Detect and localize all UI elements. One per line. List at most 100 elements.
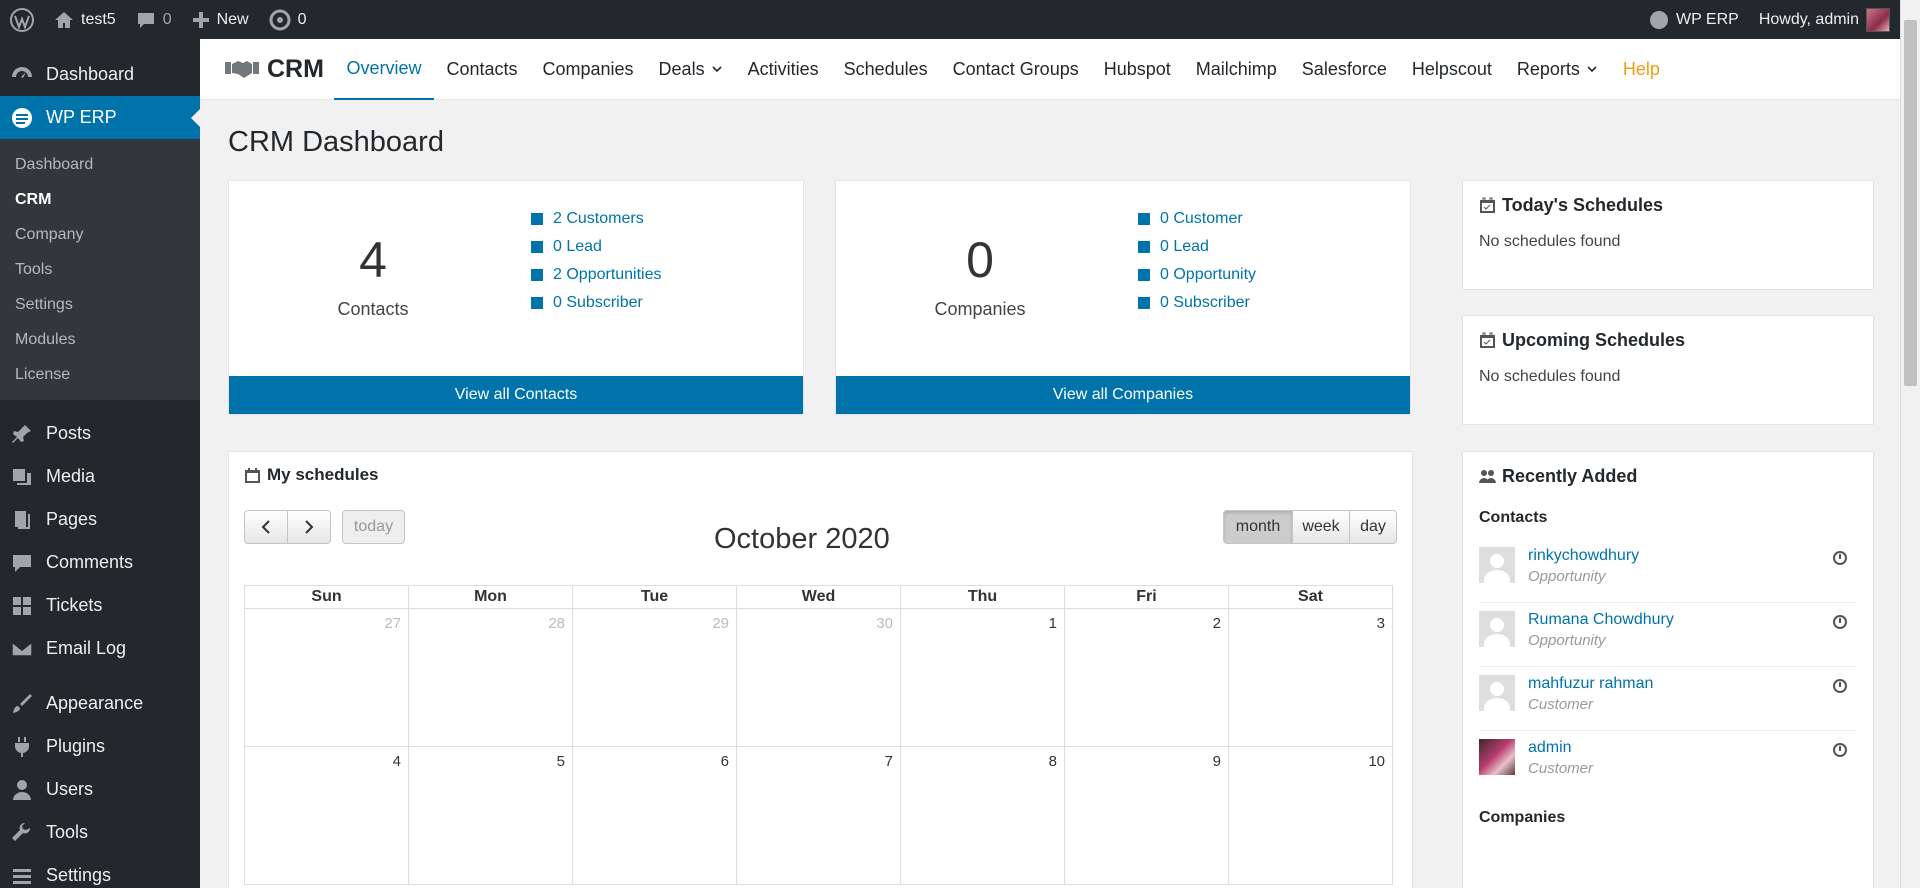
menu-media[interactable]: Media xyxy=(0,455,200,498)
calendar-day-cell[interactable]: 3 xyxy=(1228,608,1393,747)
clock-icon[interactable] xyxy=(1833,615,1847,629)
new-content-link[interactable]: New xyxy=(182,0,259,39)
recent-contact-row[interactable]: admin Customer xyxy=(1479,731,1857,795)
menu-users[interactable]: Users xyxy=(0,768,200,811)
view-all-companies-button[interactable]: View all Companies xyxy=(836,376,1410,414)
contacts-opportunities-link[interactable]: 2 Opportunities xyxy=(531,261,662,289)
calendar-day-cell[interactable]: 28 xyxy=(408,608,573,747)
recent-contact-row[interactable]: rinkychowdhury Opportunity xyxy=(1479,539,1857,603)
recent-contact-row[interactable]: Rumana Chowdhury Opportunity xyxy=(1479,603,1857,667)
calendar-day-cell[interactable]: 10 xyxy=(1228,746,1393,885)
menu-tools[interactable]: Tools xyxy=(0,811,200,854)
tab-mailchimp[interactable]: Mailchimp xyxy=(1183,39,1289,100)
calendar-day-cell[interactable]: 9 xyxy=(1064,746,1229,885)
clock-icon[interactable] xyxy=(1833,551,1847,565)
day-header: Sat xyxy=(1228,585,1393,609)
clock-icon[interactable] xyxy=(1833,743,1847,757)
submenu-company[interactable]: Company xyxy=(0,217,200,252)
submenu-dashboard[interactable]: Dashboard xyxy=(0,147,200,182)
calendar-day-cell[interactable]: 6 xyxy=(572,746,737,885)
comments-link[interactable]: 0 xyxy=(126,0,182,39)
tab-hubspot[interactable]: Hubspot xyxy=(1091,39,1183,100)
companies-breakdown: 0 Customer 0 Lead 0 Opportunity 0 Subscr… xyxy=(1138,205,1256,317)
page-scrollbar[interactable] xyxy=(1900,0,1920,888)
recent-contact-name[interactable]: rinkychowdhury xyxy=(1528,547,1639,565)
calendar-day-cell[interactable]: 2 xyxy=(1064,608,1229,747)
tab-schedules[interactable]: Schedules xyxy=(831,39,940,100)
view-all-contacts-button[interactable]: View all Contacts xyxy=(229,376,803,414)
calendar-prev-button[interactable] xyxy=(244,510,288,544)
contacts-customers-label: 2 Customers xyxy=(553,210,644,227)
calendar-day-cell[interactable]: 7 xyxy=(736,746,901,885)
companies-customers-link[interactable]: 0 Customer xyxy=(1138,205,1256,233)
contacts-leads-link[interactable]: 0 Lead xyxy=(531,233,662,261)
menu-dashboard[interactable]: Dashboard xyxy=(0,53,200,96)
companies-leads-link[interactable]: 0 Lead xyxy=(1138,233,1256,261)
email-icon xyxy=(11,640,33,657)
updates-link[interactable]: 0 xyxy=(259,0,317,39)
calendar-day-cell[interactable]: 4 xyxy=(244,746,409,885)
submenu-tools[interactable]: Tools xyxy=(0,252,200,287)
tab-deals[interactable]: Deals xyxy=(646,39,735,100)
companies-opportunities-link[interactable]: 0 Opportunity xyxy=(1138,261,1256,289)
tab-overview[interactable]: Overview xyxy=(333,39,434,100)
calendar-view-month-button[interactable]: month xyxy=(1223,510,1293,544)
recent-contact-name[interactable]: admin xyxy=(1528,739,1593,757)
tab-contacts[interactable]: Contacts xyxy=(434,39,530,100)
contacts-subscribers-label: 0 Subscriber xyxy=(553,294,643,311)
menu-tools-label: Tools xyxy=(46,822,89,842)
companies-stat-box: 0 Companies 0 Customer 0 Lead 0 Opportun… xyxy=(835,180,1411,415)
calendar-view-day-button[interactable]: day xyxy=(1350,510,1397,544)
menu-tickets[interactable]: Tickets xyxy=(0,584,200,627)
my-schedules-title: My schedules xyxy=(267,465,379,484)
tab-help[interactable]: Help xyxy=(1610,39,1672,100)
calendar-view-week-button[interactable]: week xyxy=(1293,510,1350,544)
legend-square-icon xyxy=(531,269,543,281)
calendar-day-cell[interactable]: 5 xyxy=(408,746,573,885)
calendar-month-label: October 2020 xyxy=(714,523,890,555)
menu-email-log[interactable]: Email Log xyxy=(0,627,200,670)
site-link[interactable]: test5 xyxy=(44,0,126,39)
legend-square-icon xyxy=(1138,297,1150,309)
calendar-day-cell[interactable]: 1 xyxy=(900,608,1065,747)
scrollbar-thumb[interactable] xyxy=(1904,20,1917,386)
calendar-today-button[interactable]: today xyxy=(342,510,405,544)
tab-salesforce[interactable]: Salesforce xyxy=(1289,39,1399,100)
recent-contact-row[interactable]: mahfuzur rahman Customer xyxy=(1479,667,1857,731)
plus-icon xyxy=(192,11,209,28)
recent-contact-name[interactable]: mahfuzur rahman xyxy=(1528,675,1653,693)
calendar-day-cell[interactable]: 27 xyxy=(244,608,409,747)
crm-brand-label: CRM xyxy=(267,54,324,83)
recent-companies-heading: Companies xyxy=(1479,809,1566,826)
wp-erp-menu[interactable]: WP ERP xyxy=(1639,0,1749,39)
tab-helpscout[interactable]: Helpscout xyxy=(1399,39,1504,100)
menu-plugins[interactable]: Plugins xyxy=(0,725,200,768)
calendar-next-button[interactable] xyxy=(288,510,331,544)
calendar-day-cell[interactable]: 8 xyxy=(900,746,1065,885)
tab-reports-label: Reports xyxy=(1516,58,1580,79)
recent-contact-name[interactable]: Rumana Chowdhury xyxy=(1528,611,1674,629)
tab-activities[interactable]: Activities xyxy=(735,39,831,100)
calendar-day-cell[interactable]: 30 xyxy=(736,608,901,747)
calendar-day-cell[interactable]: 29 xyxy=(572,608,737,747)
wordpress-logo-icon[interactable] xyxy=(0,0,44,39)
tab-companies[interactable]: Companies xyxy=(530,39,646,100)
submenu-modules[interactable]: Modules xyxy=(0,322,200,357)
page-title: CRM Dashboard xyxy=(228,126,444,158)
menu-comments[interactable]: Comments xyxy=(0,541,200,584)
menu-pages[interactable]: Pages xyxy=(0,498,200,541)
companies-subscribers-link[interactable]: 0 Subscriber xyxy=(1138,289,1256,317)
user-menu[interactable]: Howdy, admin xyxy=(1749,0,1920,39)
submenu-license[interactable]: License xyxy=(0,357,200,392)
menu-posts[interactable]: Posts xyxy=(0,412,200,455)
contacts-subscribers-link[interactable]: 0 Subscriber xyxy=(531,289,662,317)
submenu-settings[interactable]: Settings xyxy=(0,287,200,322)
clock-icon[interactable] xyxy=(1833,679,1847,693)
menu-settings[interactable]: Settings xyxy=(0,854,200,888)
submenu-crm[interactable]: CRM xyxy=(0,182,200,217)
tab-reports[interactable]: Reports xyxy=(1504,39,1610,100)
tab-contact-groups[interactable]: Contact Groups xyxy=(940,39,1091,100)
menu-wp-erp[interactable]: WP ERP xyxy=(0,96,200,139)
contacts-customers-link[interactable]: 2 Customers xyxy=(531,205,662,233)
menu-appearance[interactable]: Appearance xyxy=(0,682,200,725)
